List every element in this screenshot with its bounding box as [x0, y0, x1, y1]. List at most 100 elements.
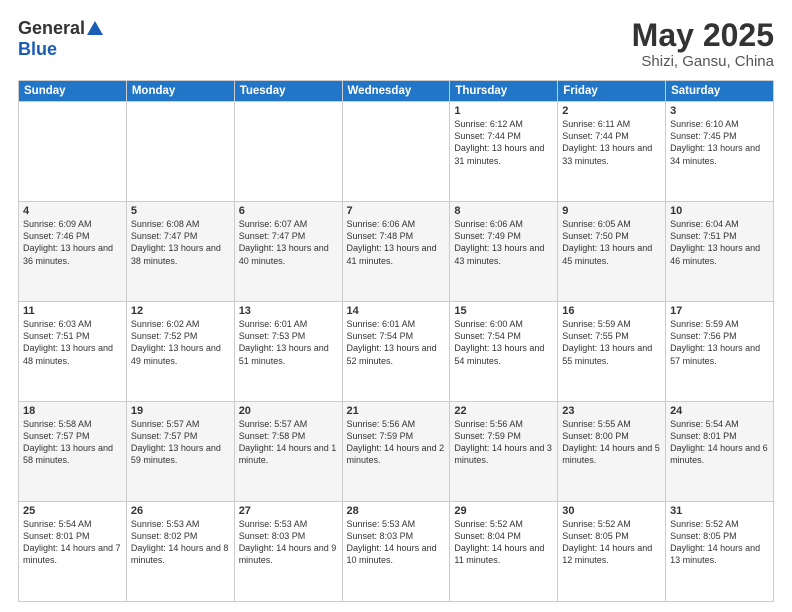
calendar-cell: 30Sunrise: 5:52 AMSunset: 8:05 PMDayligh… — [558, 502, 666, 602]
day-number: 26 — [131, 505, 230, 517]
day-number: 4 — [23, 205, 122, 217]
day-info: Sunrise: 6:12 AMSunset: 7:44 PMDaylight:… — [454, 118, 553, 167]
logo: General Blue — [18, 18, 103, 60]
day-number: 8 — [454, 205, 553, 217]
day-info: Sunrise: 5:54 AMSunset: 8:01 PMDaylight:… — [670, 418, 769, 467]
day-number: 7 — [347, 205, 446, 217]
day-number: 3 — [670, 105, 769, 117]
calendar-cell: 4Sunrise: 6:09 AMSunset: 7:46 PMDaylight… — [19, 202, 127, 302]
col-thursday: Thursday — [450, 81, 558, 102]
header-row: Sunday Monday Tuesday Wednesday Thursday… — [19, 81, 774, 102]
calendar-table: Sunday Monday Tuesday Wednesday Thursday… — [18, 80, 774, 602]
logo-blue-text: Blue — [18, 39, 57, 60]
day-number: 15 — [454, 305, 553, 317]
day-info: Sunrise: 6:10 AMSunset: 7:45 PMDaylight:… — [670, 118, 769, 167]
day-number: 5 — [131, 205, 230, 217]
calendar-title: May 2025 — [632, 18, 774, 53]
title-block: May 2025 Shizi, Gansu, China — [632, 18, 774, 70]
calendar-cell: 17Sunrise: 5:59 AMSunset: 7:56 PMDayligh… — [666, 302, 774, 402]
day-info: Sunrise: 5:57 AMSunset: 7:58 PMDaylight:… — [239, 418, 338, 467]
day-number: 14 — [347, 305, 446, 317]
logo-general-text: General — [18, 18, 85, 39]
col-monday: Monday — [126, 81, 234, 102]
day-info: Sunrise: 6:08 AMSunset: 7:47 PMDaylight:… — [131, 218, 230, 267]
day-info: Sunrise: 6:07 AMSunset: 7:47 PMDaylight:… — [239, 218, 338, 267]
calendar-cell: 6Sunrise: 6:07 AMSunset: 7:47 PMDaylight… — [234, 202, 342, 302]
calendar-cell: 10Sunrise: 6:04 AMSunset: 7:51 PMDayligh… — [666, 202, 774, 302]
day-info: Sunrise: 6:01 AMSunset: 7:54 PMDaylight:… — [347, 318, 446, 367]
day-info: Sunrise: 6:06 AMSunset: 7:48 PMDaylight:… — [347, 218, 446, 267]
calendar-cell: 25Sunrise: 5:54 AMSunset: 8:01 PMDayligh… — [19, 502, 127, 602]
calendar-week-row: 25Sunrise: 5:54 AMSunset: 8:01 PMDayligh… — [19, 502, 774, 602]
calendar-cell: 16Sunrise: 5:59 AMSunset: 7:55 PMDayligh… — [558, 302, 666, 402]
day-info: Sunrise: 5:55 AMSunset: 8:00 PMDaylight:… — [562, 418, 661, 467]
calendar-cell: 21Sunrise: 5:56 AMSunset: 7:59 PMDayligh… — [342, 402, 450, 502]
calendar-cell: 14Sunrise: 6:01 AMSunset: 7:54 PMDayligh… — [342, 302, 450, 402]
calendar-cell: 5Sunrise: 6:08 AMSunset: 7:47 PMDaylight… — [126, 202, 234, 302]
day-number: 10 — [670, 205, 769, 217]
day-number: 25 — [23, 505, 122, 517]
day-info: Sunrise: 5:57 AMSunset: 7:57 PMDaylight:… — [131, 418, 230, 467]
day-number: 22 — [454, 405, 553, 417]
day-number: 19 — [131, 405, 230, 417]
day-info: Sunrise: 5:53 AMSunset: 8:03 PMDaylight:… — [239, 518, 338, 567]
col-wednesday: Wednesday — [342, 81, 450, 102]
day-info: Sunrise: 5:58 AMSunset: 7:57 PMDaylight:… — [23, 418, 122, 467]
day-number: 12 — [131, 305, 230, 317]
calendar-cell: 23Sunrise: 5:55 AMSunset: 8:00 PMDayligh… — [558, 402, 666, 502]
day-info: Sunrise: 5:56 AMSunset: 7:59 PMDaylight:… — [347, 418, 446, 467]
day-number: 17 — [670, 305, 769, 317]
calendar-cell: 29Sunrise: 5:52 AMSunset: 8:04 PMDayligh… — [450, 502, 558, 602]
page: General Blue May 2025 Shizi, Gansu, Chin… — [0, 0, 792, 612]
calendar-cell: 31Sunrise: 5:52 AMSunset: 8:05 PMDayligh… — [666, 502, 774, 602]
calendar-cell: 13Sunrise: 6:01 AMSunset: 7:53 PMDayligh… — [234, 302, 342, 402]
day-number: 23 — [562, 405, 661, 417]
calendar-cell — [234, 102, 342, 202]
calendar-cell: 18Sunrise: 5:58 AMSunset: 7:57 PMDayligh… — [19, 402, 127, 502]
calendar-cell: 20Sunrise: 5:57 AMSunset: 7:58 PMDayligh… — [234, 402, 342, 502]
calendar-cell: 19Sunrise: 5:57 AMSunset: 7:57 PMDayligh… — [126, 402, 234, 502]
day-number: 24 — [670, 405, 769, 417]
day-info: Sunrise: 5:52 AMSunset: 8:05 PMDaylight:… — [562, 518, 661, 567]
calendar-cell: 7Sunrise: 6:06 AMSunset: 7:48 PMDaylight… — [342, 202, 450, 302]
day-info: Sunrise: 6:01 AMSunset: 7:53 PMDaylight:… — [239, 318, 338, 367]
day-number: 11 — [23, 305, 122, 317]
day-info: Sunrise: 6:09 AMSunset: 7:46 PMDaylight:… — [23, 218, 122, 267]
col-saturday: Saturday — [666, 81, 774, 102]
day-info: Sunrise: 6:02 AMSunset: 7:52 PMDaylight:… — [131, 318, 230, 367]
day-number: 28 — [347, 505, 446, 517]
calendar-week-row: 4Sunrise: 6:09 AMSunset: 7:46 PMDaylight… — [19, 202, 774, 302]
day-info: Sunrise: 6:03 AMSunset: 7:51 PMDaylight:… — [23, 318, 122, 367]
calendar-week-row: 1Sunrise: 6:12 AMSunset: 7:44 PMDaylight… — [19, 102, 774, 202]
day-info: Sunrise: 6:04 AMSunset: 7:51 PMDaylight:… — [670, 218, 769, 267]
calendar-cell: 8Sunrise: 6:06 AMSunset: 7:49 PMDaylight… — [450, 202, 558, 302]
calendar-cell: 2Sunrise: 6:11 AMSunset: 7:44 PMDaylight… — [558, 102, 666, 202]
col-tuesday: Tuesday — [234, 81, 342, 102]
day-number: 27 — [239, 505, 338, 517]
day-info: Sunrise: 5:52 AMSunset: 8:05 PMDaylight:… — [670, 518, 769, 567]
day-number: 31 — [670, 505, 769, 517]
calendar-cell — [126, 102, 234, 202]
day-number: 29 — [454, 505, 553, 517]
day-info: Sunrise: 6:05 AMSunset: 7:50 PMDaylight:… — [562, 218, 661, 267]
day-number: 6 — [239, 205, 338, 217]
calendar-cell — [19, 102, 127, 202]
day-number: 20 — [239, 405, 338, 417]
calendar-cell — [342, 102, 450, 202]
day-number: 30 — [562, 505, 661, 517]
day-info: Sunrise: 5:56 AMSunset: 7:59 PMDaylight:… — [454, 418, 553, 467]
day-number: 18 — [23, 405, 122, 417]
day-number: 9 — [562, 205, 661, 217]
col-sunday: Sunday — [19, 81, 127, 102]
day-number: 2 — [562, 105, 661, 117]
day-number: 13 — [239, 305, 338, 317]
day-number: 16 — [562, 305, 661, 317]
calendar-cell: 3Sunrise: 6:10 AMSunset: 7:45 PMDaylight… — [666, 102, 774, 202]
day-info: Sunrise: 5:52 AMSunset: 8:04 PMDaylight:… — [454, 518, 553, 567]
calendar-cell: 28Sunrise: 5:53 AMSunset: 8:03 PMDayligh… — [342, 502, 450, 602]
day-info: Sunrise: 5:54 AMSunset: 8:01 PMDaylight:… — [23, 518, 122, 567]
day-info: Sunrise: 5:59 AMSunset: 7:56 PMDaylight:… — [670, 318, 769, 367]
col-friday: Friday — [558, 81, 666, 102]
calendar-subtitle: Shizi, Gansu, China — [632, 53, 774, 70]
calendar-cell: 22Sunrise: 5:56 AMSunset: 7:59 PMDayligh… — [450, 402, 558, 502]
